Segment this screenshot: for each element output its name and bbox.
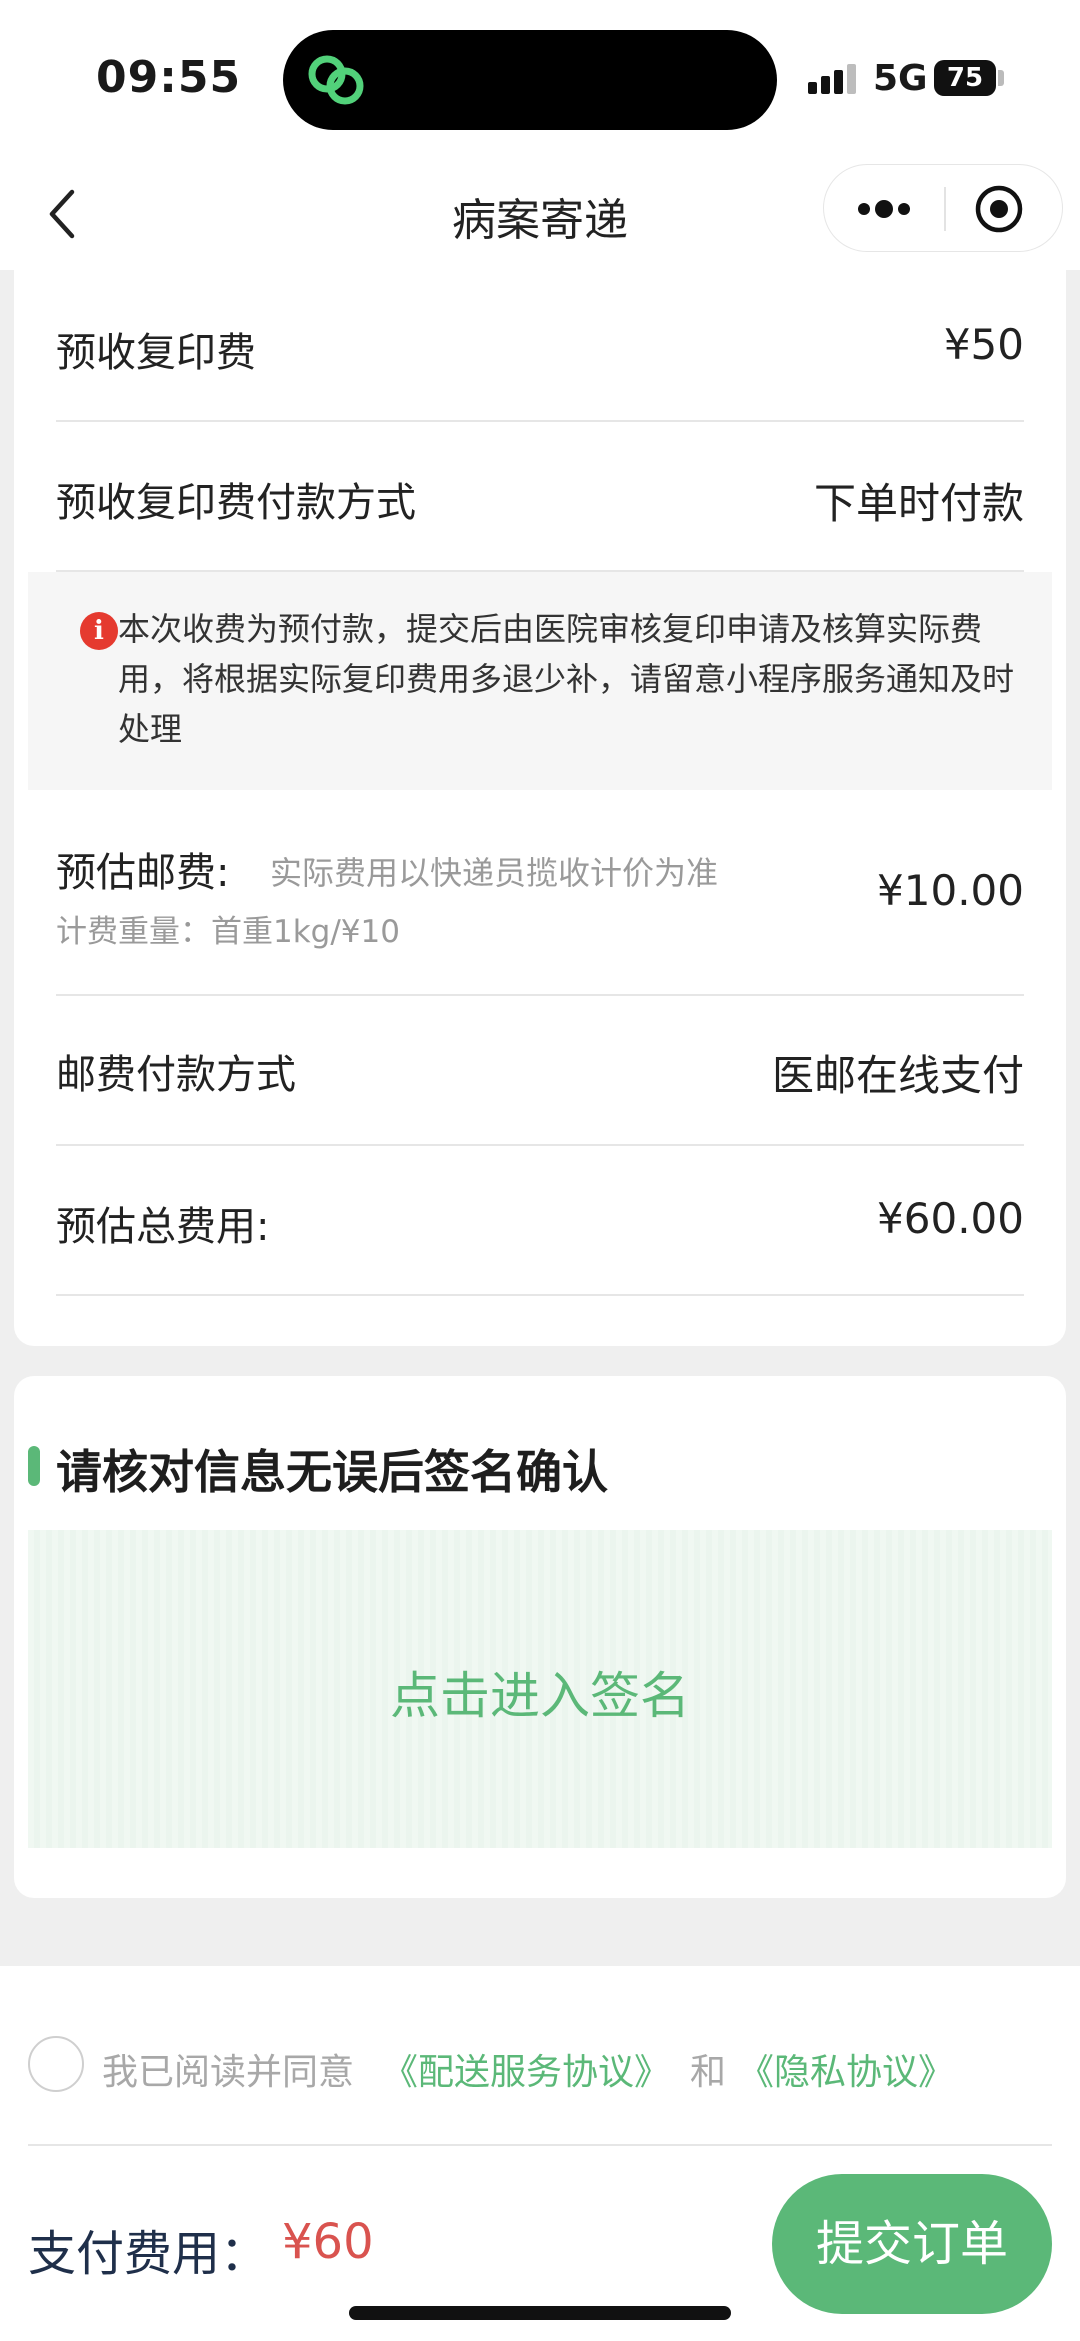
postage-pay-row: 邮费付款方式 医邮在线支付 (56, 996, 1024, 1146)
mini-program-capsule (823, 164, 1063, 252)
capsule-divider (944, 187, 946, 231)
battery-tip (998, 70, 1004, 86)
pay-amount: ¥60 (282, 2214, 374, 2270)
notice-text: 本次收费为预付款，提交后由医院审核复印申请及核算实际费用，将根据实际复印费用多退… (118, 610, 1015, 748)
copy-pay-label: 预收复印费付款方式 (56, 480, 416, 526)
prepay-notice: i 本次收费为预付款，提交后由医院审核复印申请及核算实际费用，将根据实际复印费用… (28, 572, 1052, 790)
agree-checkbox[interactable] (28, 2036, 84, 2092)
total-row: 预估总费用: ¥60.00 (56, 1146, 1024, 1296)
signature-area[interactable]: 点击进入签名 (28, 1530, 1052, 1848)
fee-card: 预收复印费 ¥50 预收复印费付款方式 下单时付款 i 本次收费为预付款，提交后… (14, 270, 1066, 1346)
signature-card: 请核对信息无误后签名确认 点击进入签名 (14, 1376, 1066, 1898)
postage-pay-label: 邮费付款方式 (56, 1052, 296, 1098)
home-indicator (349, 2306, 731, 2320)
section-title: 请核对信息无误后签名确认 (56, 1445, 608, 1499)
postage-weight: 计费重量：首重1kg/¥10 (56, 914, 400, 950)
signature-prompt[interactable]: 点击进入签名 (28, 1656, 1052, 1728)
status-bar: 09:55 5G 75 (0, 0, 1080, 160)
postage-value: ¥10.00 (877, 866, 1024, 915)
chain-link-icon (308, 55, 364, 105)
submit-order-button[interactable]: 提交订单 (772, 2174, 1052, 2314)
target-circle-icon[interactable] (974, 184, 1024, 234)
copy-fee-label: 预收复印费 (56, 330, 256, 376)
agree-text: 我已阅读并同意 (102, 2052, 355, 2093)
total-label: 预估总费用: (56, 1204, 270, 1250)
more-dots-icon[interactable] (856, 193, 912, 225)
bottom-panel: 我已阅读并同意 《配送服务协议》 和 《隐私协议》 支付费用： ¥60 提交订单 (0, 1966, 1080, 2341)
privacy-agreement-link[interactable]: 《隐私协议》 (738, 2043, 954, 2095)
postage-note: 实际费用以快递员揽收计价为准 (270, 854, 719, 892)
section-accent-bar (28, 1446, 40, 1486)
signal-icon (808, 64, 856, 94)
copy-pay-row: 预收复印费付款方式 下单时付款 (56, 422, 1024, 572)
divider (28, 2144, 1052, 2146)
pay-label: 支付费用： (28, 2226, 269, 2282)
status-time: 09:55 (96, 52, 242, 103)
delivery-agreement-link[interactable]: 《配送服务协议》 (382, 2043, 670, 2095)
battery-icon: 75 (934, 60, 996, 96)
copy-fee-row: 预收复印费 ¥50 (56, 270, 1024, 422)
nav-bar: 病案寄递 (0, 160, 1080, 270)
agree-and-text: 和 (690, 2052, 727, 2093)
copy-pay-value: 下单时付款 (813, 479, 1024, 528)
network-type: 5G (873, 58, 928, 99)
copy-fee-value: ¥50 (943, 320, 1024, 369)
postage-pay-value: 医邮在线支付 (771, 1051, 1024, 1100)
total-value: ¥60.00 (877, 1194, 1024, 1243)
postage-label: 预估邮费: (56, 850, 230, 896)
alert-info-icon: i (80, 612, 118, 650)
